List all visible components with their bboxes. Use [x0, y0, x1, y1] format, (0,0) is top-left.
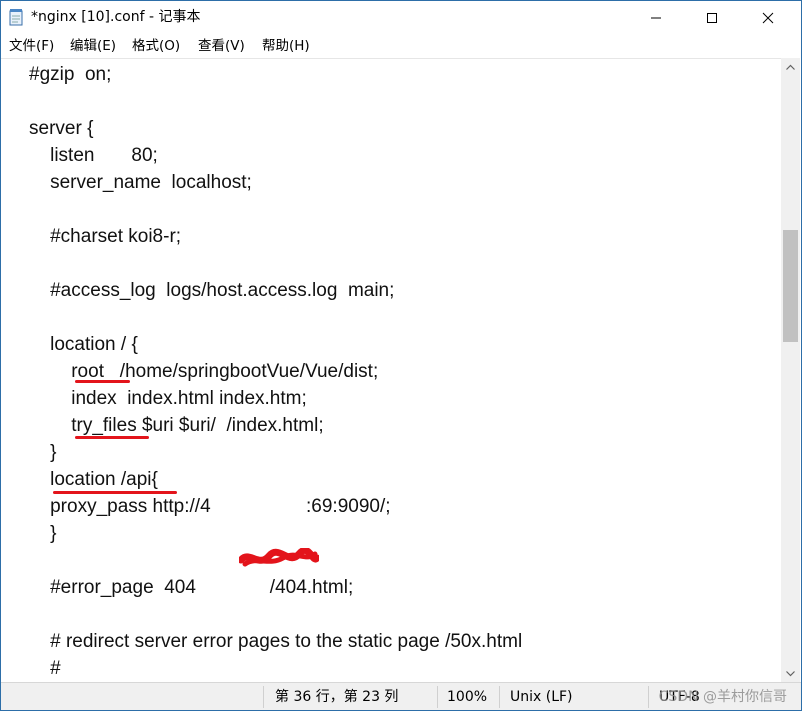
menu-view[interactable]: 查看(V)	[198, 34, 245, 58]
code-line: #	[29, 658, 61, 679]
watermark: CSDN @羊村你信哥	[658, 689, 787, 705]
cursor-position: 第 36 行，第 23 列	[275, 689, 399, 705]
code-line: index index.html index.htm;	[29, 388, 307, 409]
maximize-icon	[707, 12, 717, 23]
text-editor[interactable]: #gzip on; server { listen 80; server_nam…	[1, 58, 781, 683]
code-line: try_files $uri $uri/ /index.html;	[29, 415, 324, 436]
redaction-scribble	[239, 548, 319, 567]
code-line: # redirect server error pages to the sta…	[29, 631, 523, 652]
close-icon	[762, 12, 774, 23]
window-title: *nginx [10].conf - 记事本	[31, 9, 201, 25]
line-ending: Unix (LF)	[510, 689, 573, 705]
vertical-scrollbar[interactable]	[781, 58, 800, 682]
status-divider	[437, 686, 438, 708]
code-line: #charset koi8-r;	[29, 226, 182, 247]
status-divider	[499, 686, 500, 708]
code-line: location / {	[29, 334, 138, 355]
scroll-up-arrow-icon	[786, 64, 795, 70]
maximize-button[interactable]	[689, 1, 735, 34]
menu-format[interactable]: 格式(O)	[132, 34, 180, 58]
minimize-icon	[651, 17, 661, 18]
menu-file[interactable]: 文件(F)	[9, 34, 54, 58]
code-line: location /api{	[29, 469, 158, 490]
menu-help[interactable]: 帮助(H)	[262, 34, 310, 58]
code-line: #gzip on;	[29, 64, 112, 85]
code-line: #error_page 404 /404.html;	[29, 577, 354, 598]
code-line: server_name localhost;	[29, 172, 252, 193]
notepad-window: *nginx [10].conf - 记事本 文件(F) 编辑(E) 格式(O)…	[0, 0, 802, 711]
annotation-underline-root	[75, 380, 130, 383]
scroll-down-arrow-icon	[786, 670, 795, 676]
status-bar: 第 36 行，第 23 列 100% Unix (LF) UTF-8 CSDN …	[1, 682, 801, 710]
code-line: #access_log logs/host.access.log main;	[29, 280, 395, 301]
annotation-underline-location-api	[53, 491, 177, 494]
status-divider	[648, 686, 649, 708]
code-line: }	[29, 523, 57, 544]
code-line: server {	[29, 118, 94, 139]
notepad-icon	[9, 9, 23, 26]
menu-edit[interactable]: 编辑(E)	[70, 34, 116, 58]
status-divider	[263, 686, 264, 708]
minimize-button[interactable]	[633, 1, 679, 34]
code-line: }	[29, 442, 57, 463]
title-bar[interactable]: *nginx [10].conf - 记事本	[1, 1, 801, 34]
proxy-pass-port-fragment: :69:9090/;	[306, 496, 391, 517]
close-button[interactable]	[745, 1, 791, 34]
scroll-down-button[interactable]	[781, 665, 800, 682]
annotation-underline-try-files	[75, 436, 149, 439]
code-line: proxy_pass http://4	[29, 496, 211, 517]
code-line: listen 80;	[29, 145, 158, 166]
scroll-thumb[interactable]	[783, 230, 798, 342]
menu-bar: 文件(F) 编辑(E) 格式(O) 查看(V) 帮助(H)	[1, 34, 801, 58]
scroll-up-button[interactable]	[781, 58, 800, 75]
zoom-level: 100%	[447, 689, 488, 705]
